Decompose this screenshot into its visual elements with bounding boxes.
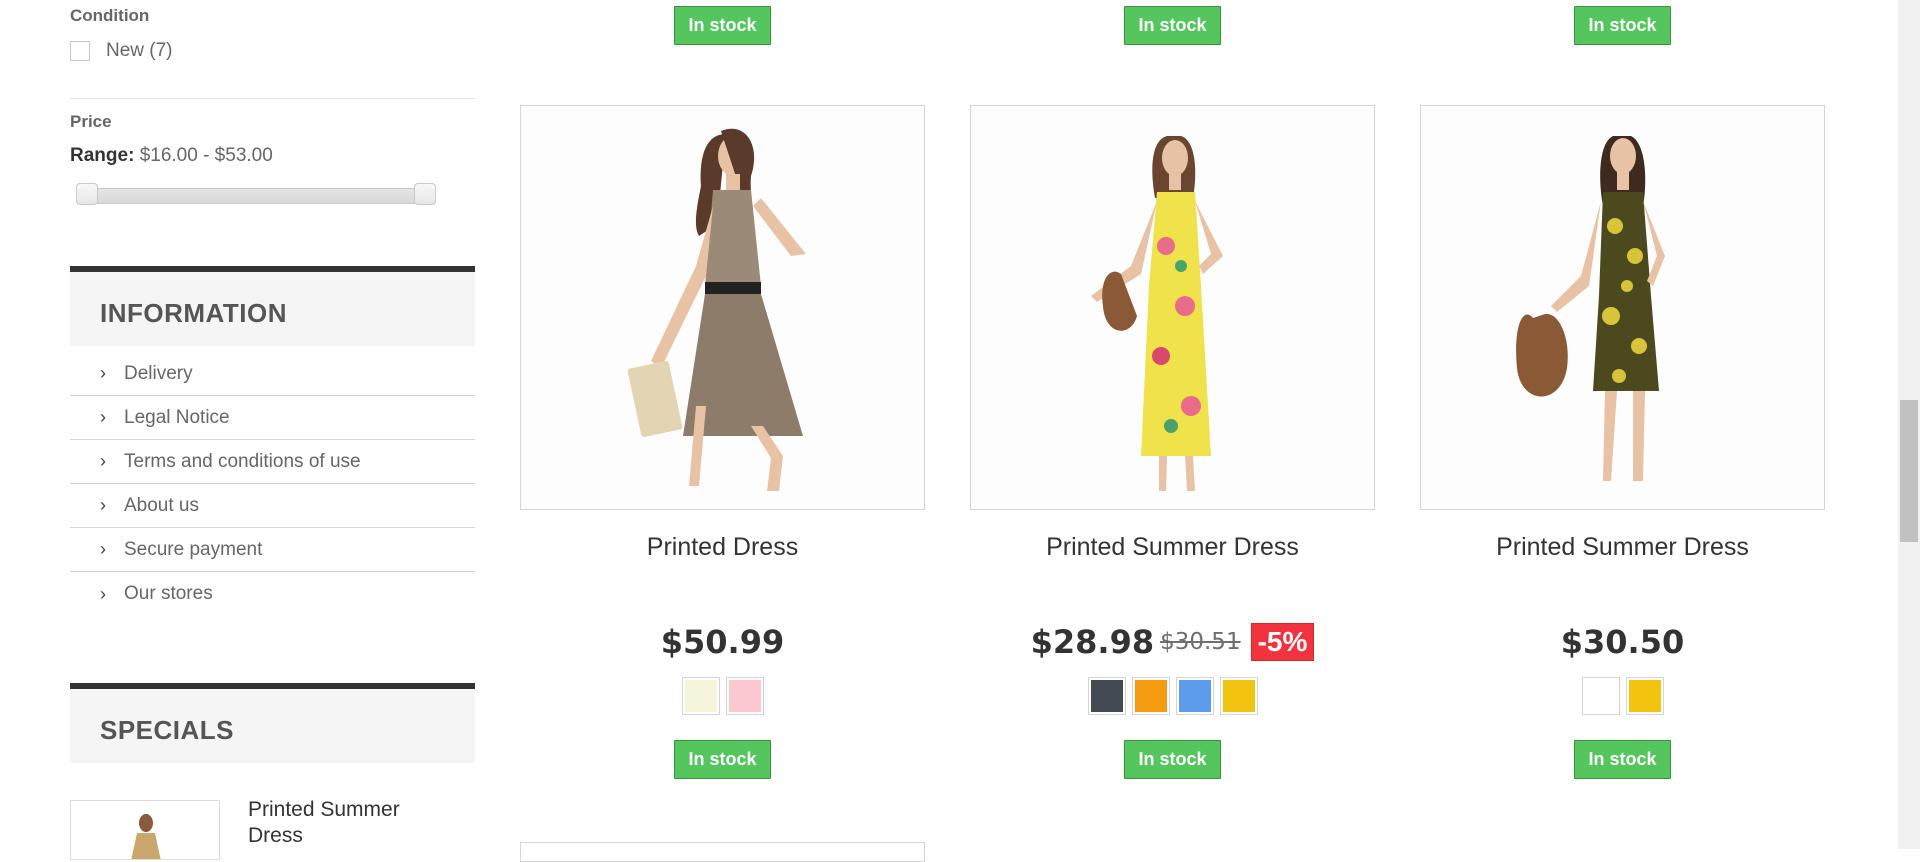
stock-badge: In stock [1124,6,1221,45]
specials-title: SPECIALS [100,715,235,745]
chevron-right-icon: › [100,495,106,515]
info-link-terms[interactable]: › Terms and conditions of use [70,440,475,484]
product-image[interactable] [520,105,925,510]
product-old-price: $30.51 [1160,629,1241,655]
product-price: $28.98 [1030,623,1155,661]
price-slider-max-handle[interactable] [414,183,436,205]
info-link-label[interactable]: Legal Notice [124,407,230,429]
info-link-label[interactable]: Terms and conditions of use [124,451,361,473]
product-image[interactable] [1420,105,1825,510]
prev-row-stock: In stock [970,6,1375,45]
special-product-name[interactable]: Printed Summer Dress [248,797,458,849]
information-links: › Delivery › Legal Notice › Terms and condi… [70,352,475,616]
info-link-label[interactable]: Secure payment [124,539,262,561]
price-filter-title: Price [70,112,112,131]
condition-filter-title: Condition [70,6,150,25]
color-swatch[interactable] [725,677,764,715]
color-swatches [1420,677,1825,715]
chevron-right-icon: › [100,539,106,559]
info-link-delivery[interactable]: › Delivery [70,352,475,396]
stock-badge: In stock [1574,740,1671,779]
stock-wrap: In stock [970,740,1375,779]
product-price-row: $30.50 [1420,623,1825,661]
info-link-label[interactable]: Delivery [124,363,193,385]
product-price: $50.99 [660,623,785,661]
discount-badge: -5% [1250,623,1315,661]
info-link-label[interactable]: Our stores [124,583,213,605]
stock-badge: In stock [1574,6,1671,45]
product-name[interactable]: Printed Summer Dress [970,533,1375,562]
chevron-right-icon: › [100,407,106,427]
product-price-row: $50.99 [520,623,925,661]
price-slider-min-handle[interactable] [76,183,98,205]
product-price-row: $28.98 $30.51 -5% [970,623,1375,661]
price-range-label: Range: [70,145,135,166]
specials-block-header: SPECIALS [70,683,475,763]
filter-divider [70,98,475,99]
stock-badge: In stock [674,6,771,45]
color-swatch[interactable] [1581,677,1620,715]
product-name[interactable]: Printed Dress [520,533,925,562]
stock-wrap: In stock [520,740,925,779]
price-slider[interactable] [76,183,436,205]
product-image[interactable] [970,105,1375,510]
vertical-scrollbar[interactable] [1898,0,1920,849]
info-link-about-us[interactable]: › About us [70,484,475,528]
page: Condition New (7) Price Range: $16.00 - … [0,0,1898,862]
condition-new-filter[interactable]: New (7) [70,40,173,62]
product-price: $30.50 [1560,623,1685,661]
chevron-right-icon: › [100,583,106,604]
condition-new-checkbox[interactable] [70,41,90,61]
price-range: Range: $16.00 - $53.00 [70,145,273,167]
color-swatch[interactable] [1219,677,1258,715]
color-swatches [970,677,1375,715]
info-link-our-stores[interactable]: › Our stores [70,572,475,616]
color-swatch[interactable] [1131,677,1170,715]
price-slider-track[interactable] [84,188,428,204]
price-range-value: $16.00 - $53.00 [139,145,273,166]
scrollbar-thumb[interactable] [1900,400,1918,542]
info-link-label[interactable]: About us [124,495,199,517]
stock-badge: In stock [1124,740,1221,779]
next-product-card [520,842,925,862]
product-name[interactable]: Printed Summer Dress [1420,533,1825,562]
condition-new-label[interactable]: New (7) [106,40,173,62]
color-swatch[interactable] [681,677,720,715]
info-link-secure-payment[interactable]: › Secure payment [70,528,475,572]
color-swatches [520,677,925,715]
prev-row-stock: In stock [1420,6,1825,45]
stock-wrap: In stock [1420,740,1825,779]
information-title: INFORMATION [100,298,287,328]
special-product-image[interactable] [70,800,220,860]
stock-badge: In stock [674,740,771,779]
chevron-right-icon: › [100,451,106,471]
color-swatch[interactable] [1175,677,1214,715]
color-swatch[interactable] [1625,677,1664,715]
color-swatch[interactable] [1087,677,1126,715]
information-block-header: INFORMATION [70,266,475,346]
chevron-right-icon: › [100,363,106,383]
prev-row-stock: In stock [520,6,925,45]
info-link-legal-notice[interactable]: › Legal Notice [70,396,475,440]
